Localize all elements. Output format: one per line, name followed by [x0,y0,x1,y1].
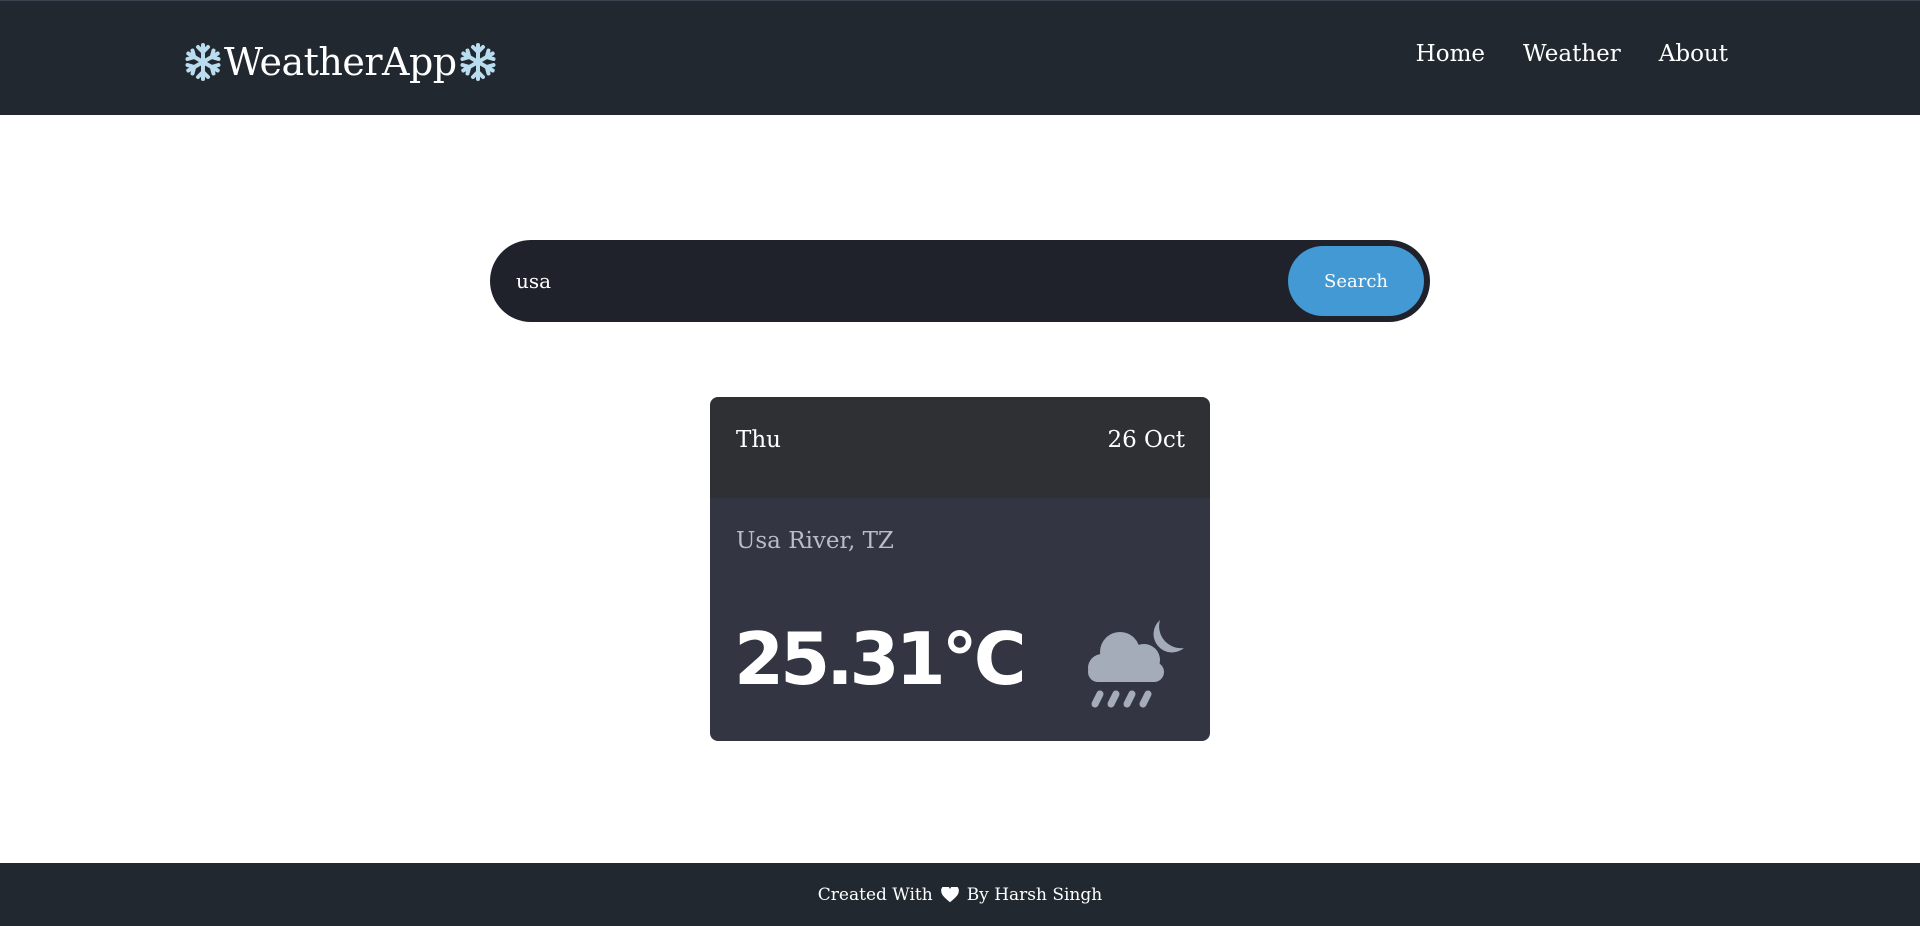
navbar: WeatherApp Home Weather About [0,0,1920,115]
nav-links: Home Weather About [1416,41,1728,67]
card-header: Thu 26 Oct [710,397,1210,498]
snowflake-icon [182,41,224,83]
footer-author: By Harsh Singh [966,884,1103,905]
brand-logo[interactable]: WeatherApp [182,37,499,87]
cloud-moon-rain-icon [1088,620,1184,708]
weather-temperature: 25.31°C [734,617,1027,701]
footer-created-with: Created With [817,884,933,905]
weather-location: Usa River, TZ [736,528,894,554]
heart-icon [940,886,959,903]
card-body: Usa River, TZ 25.31°C [710,498,1210,741]
footer: Created With By Harsh Singh [0,863,1920,926]
snowflake-icon [457,41,499,83]
nav-link-about[interactable]: About [1659,41,1728,67]
search-button[interactable]: Search [1288,246,1424,316]
nav-link-home[interactable]: Home [1416,41,1485,67]
weather-card: Thu 26 Oct Usa River, TZ 25.31°C [710,397,1210,741]
brand-name: WeatherApp [224,40,457,84]
nav-link-weather[interactable]: Weather [1523,41,1621,67]
weather-day: Thu [736,427,781,453]
weather-date: 26 Oct [1107,427,1185,453]
search-input[interactable] [516,258,1256,304]
search-bar: Search [490,240,1430,322]
